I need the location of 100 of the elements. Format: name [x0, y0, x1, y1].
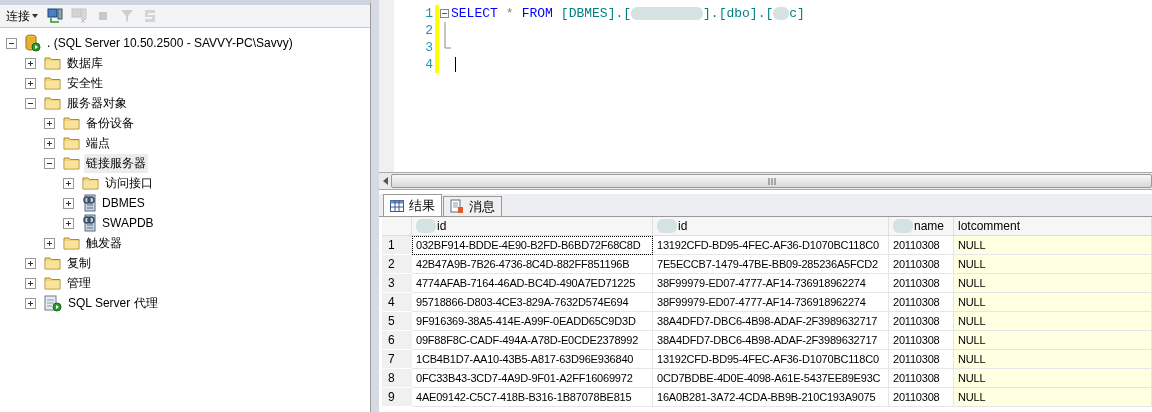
tree-item[interactable]: 链接服务器: [84, 153, 148, 173]
sql-identifier: c]: [789, 6, 805, 21]
tree-item[interactable]: 触发器: [84, 233, 124, 253]
database-server-icon: [25, 34, 41, 52]
column-header: name: [893, 219, 945, 233]
table-cell: 1CB4B1D7-AA10-43B5-A817-63D96E936840: [412, 350, 653, 369]
connect-button[interactable]: [46, 7, 64, 25]
folder-icon: [63, 136, 80, 150]
folder-icon: [63, 156, 80, 170]
tree-item[interactable]: 端点: [84, 133, 112, 153]
table-cell: 20110308: [889, 274, 954, 293]
table-cell: 4AE09142-C5C7-418B-B316-1B87078BE815: [412, 388, 653, 407]
tree-item[interactable]: 备份设备: [84, 113, 136, 133]
table-cell: NULL: [954, 255, 1152, 274]
tree-item[interactable]: . (SQL Server 10.50.2500 - SAVVY-PC\Savvy): [45, 35, 295, 51]
tree-item[interactable]: 管理: [65, 273, 93, 293]
table-cell: 20110308: [889, 236, 954, 255]
expand-toggle[interactable]: [63, 217, 74, 229]
table-cell: 38A4DFD7-DBC6-4B98-ADAF-2F3989632717: [653, 331, 889, 350]
expand-toggle[interactable]: [25, 57, 36, 69]
row-number: 5: [382, 312, 412, 331]
sql-identifier: ].[dbo].[: [703, 6, 774, 21]
table-cell: NULL: [954, 293, 1152, 312]
row-number: 6: [382, 331, 412, 350]
tree-item[interactable]: 复制: [65, 253, 93, 273]
expand-toggle[interactable]: [63, 197, 74, 209]
folder-icon: [44, 256, 61, 270]
folder-icon: [44, 76, 61, 90]
collapse-toggle[interactable]: [25, 97, 36, 109]
table-cell: 20110308: [889, 388, 954, 407]
table-cell: 20110308: [889, 350, 954, 369]
row-number: 3: [382, 274, 412, 293]
results-tab[interactable]: 结果: [383, 194, 442, 216]
table-cell: 0CD7BDBE-4D0E-4098-A61E-5437EE89E93C: [653, 369, 889, 388]
table-cell: 20110308: [889, 255, 954, 274]
table-cell: 95718866-D803-4CE3-829A-7632D574E694: [412, 293, 653, 312]
row-number: 7: [382, 350, 412, 369]
agent-icon: [44, 294, 62, 312]
disconnect-icon: [71, 8, 87, 24]
expand-toggle[interactable]: [63, 177, 74, 189]
table-cell: 032BF914-BDDE-4E90-B2FD-B6BD72F68C8D: [412, 236, 653, 255]
tree-item[interactable]: SQL Server 代理: [66, 293, 160, 313]
line-number: 3: [424, 40, 434, 55]
sql-identifier: [DBMES].[: [560, 6, 632, 21]
fold-toggle[interactable]: [440, 9, 449, 18]
tree-item[interactable]: 访问接口: [103, 173, 155, 193]
table-cell: 20110308: [889, 369, 954, 388]
tree-item[interactable]: 服务器对象: [65, 93, 129, 113]
results-tab[interactable]: 消息: [443, 196, 502, 216]
tree-item[interactable]: SWAPDB: [100, 215, 156, 231]
connect-button[interactable]: 连接: [4, 7, 40, 25]
connect-icon: [47, 8, 63, 24]
column-header: id: [657, 219, 688, 233]
expand-toggle[interactable]: [44, 237, 55, 249]
stop-icon: [98, 11, 108, 21]
horizontal-scrollbar[interactable]: [379, 172, 1152, 190]
row-number: 4: [382, 293, 412, 312]
table-cell: 38F99979-ED07-4777-AF14-736918962274: [653, 293, 889, 312]
row-number: 9: [382, 388, 412, 407]
folder-icon: [44, 56, 61, 70]
folder-icon: [63, 116, 80, 130]
tree-item[interactable]: 数据库: [65, 53, 105, 73]
column-header: id: [416, 219, 447, 233]
tree-item[interactable]: DBMES: [100, 195, 147, 211]
table-cell: 13192CFD-BD95-4FEC-AF36-D1070BC118C0: [653, 350, 889, 369]
table-cell: 20110308: [889, 312, 954, 331]
table-cell: 7E5ECCB7-1479-47BE-BB09-285236A5FCD2: [653, 255, 889, 274]
sql-keyword: FROM: [521, 6, 553, 21]
sql-keyword: SELECT: [451, 6, 498, 21]
table-cell: 09F88F8C-CADF-494A-A78D-E0CDE2378992: [412, 331, 653, 350]
table-cell: 20110308: [889, 331, 954, 350]
collapse-toggle[interactable]: [44, 157, 55, 169]
row-number: 8: [382, 369, 412, 388]
expand-toggle[interactable]: [25, 77, 36, 89]
table-cell: NULL: [954, 236, 1152, 255]
sql-operator: *: [505, 6, 514, 21]
linked-server-icon: [82, 214, 96, 232]
filter-icon: [120, 9, 134, 23]
folder-icon: [44, 96, 61, 110]
scroll-left-icon: [382, 177, 388, 185]
table-cell: 42B47A9B-7B26-4736-8C4D-882FF851196B: [412, 255, 653, 274]
row-number: 1: [382, 236, 412, 255]
folder-icon: [82, 176, 99, 190]
expand-toggle[interactable]: [25, 277, 36, 289]
row-number: 2: [382, 255, 412, 274]
caret-icon: [32, 14, 38, 18]
expand-toggle[interactable]: [44, 117, 55, 129]
table-cell: 13192CFD-BD95-4FEC-AF36-D1070BC118C0: [653, 236, 889, 255]
table-cell: 16A0B281-3A72-4CDA-BB9B-210C193A9075: [653, 388, 889, 407]
table-cell: 38F99979-ED07-4777-AF14-736918962274: [653, 274, 889, 293]
table-cell: 20110308: [889, 293, 954, 312]
expand-toggle[interactable]: [44, 137, 55, 149]
redaction-mark: [773, 7, 790, 20]
table-cell: 9F916369-38A5-414E-A99F-0EADD65C9D3D: [412, 312, 653, 331]
expand-toggle[interactable]: [25, 257, 36, 269]
expand-toggle[interactable]: [25, 297, 36, 309]
collapse-toggle[interactable]: [6, 37, 17, 49]
table-cell: NULL: [954, 331, 1152, 350]
grip-icon: [767, 177, 776, 185]
tree-item[interactable]: 安全性: [65, 73, 105, 93]
